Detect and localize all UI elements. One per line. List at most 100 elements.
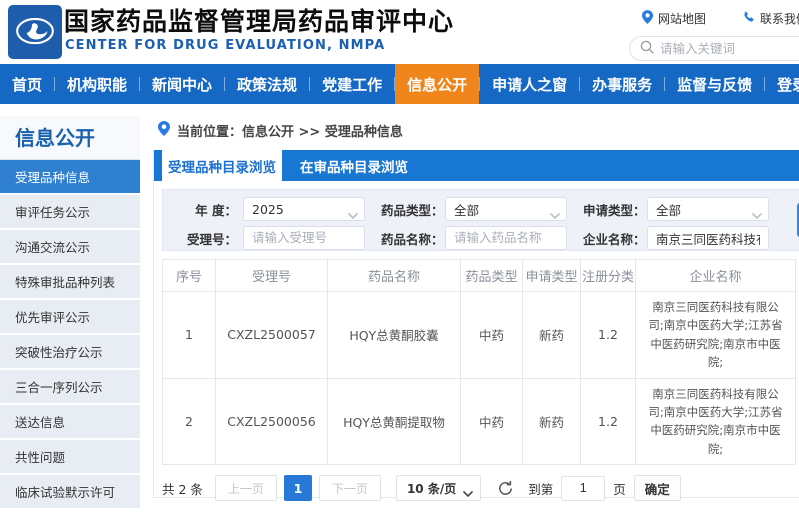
map-pin-icon bbox=[642, 10, 653, 27]
sidebar-item-special-approval[interactable]: 特殊审批品种列表 bbox=[0, 265, 140, 300]
sidebar: 信息公开 受理品种信息 审评任务公示 沟通交流公示 特殊审批品种列表 优先审评公… bbox=[0, 116, 140, 521]
nav-item-supervision[interactable]: 监督与反馈 bbox=[665, 64, 764, 104]
top-links: 网站地图 联系我们 bbox=[642, 10, 799, 27]
prev-page-button[interactable]: 上一页 bbox=[215, 475, 277, 501]
confirm-button[interactable]: 确定 bbox=[634, 475, 681, 501]
nav-item-services[interactable]: 办事服务 bbox=[580, 64, 664, 104]
breadcrumb: 当前位置：信息公开 >> 受理品种信息 bbox=[158, 121, 403, 140]
main-nav: 首页 机构职能 新闻中心 政策法规 党建工作 信息公开 申请人之窗 办事服务 监… bbox=[0, 64, 799, 104]
company-field bbox=[647, 226, 769, 250]
filter-row-1: 年 度： 2025 药品类型： 全部 申请类型： 全部 bbox=[163, 197, 799, 221]
drug-type-label: 药品类型： bbox=[381, 200, 439, 219]
company-input[interactable] bbox=[656, 231, 760, 245]
sidebar-item-priority-review[interactable]: 优先审评公示 bbox=[0, 300, 140, 335]
nav-item-info-disclosure[interactable]: 信息公开 bbox=[395, 64, 479, 104]
nav-item-policies[interactable]: 政策法规 bbox=[225, 64, 309, 104]
site-subtitle: CENTER FOR DRUG EVALUATION, NMPA bbox=[65, 38, 385, 53]
cell-accept-no: CXZL2500056 bbox=[216, 378, 328, 465]
filter-panel: 年 度： 2025 药品类型： 全部 申请类型： 全部 bbox=[162, 189, 799, 251]
sidebar-item-clinical-trial-implied-license[interactable]: 临床试验默示许可 bbox=[0, 475, 140, 510]
sidebar-item-three-in-one[interactable]: 三合一序列公示 bbox=[0, 370, 140, 405]
table-row: 1 CXZL2500057 HQY总黄酮胶囊 中药 新药 1.2 南京三同医药科… bbox=[163, 292, 796, 379]
drug-name-input[interactable] bbox=[454, 231, 558, 245]
accept-no-label: 受理号： bbox=[163, 229, 237, 248]
tab-accepted-catalog[interactable]: 受理品种目录浏览 bbox=[162, 150, 282, 181]
table-header-row: 序号 受理号 药品名称 药品类型 申请类型 注册分类 企业名称 bbox=[163, 260, 796, 292]
cell-company: 南京三同医药科技有限公司;南京中医药大学;江苏省中医药研究院;南京市中医院; bbox=[636, 292, 796, 379]
phone-icon bbox=[742, 11, 755, 27]
next-page-button[interactable]: 下一页 bbox=[319, 475, 381, 501]
sidebar-item-common-issues[interactable]: 共性问题 bbox=[0, 440, 140, 475]
cell-drug-type: 中药 bbox=[461, 292, 523, 379]
cde-nmpa-page: 国家药品监督管理局药品审评中心 CENTER FOR DRUG EVALUATI… bbox=[0, 0, 799, 521]
nav-item-home[interactable]: 首页 bbox=[0, 64, 54, 104]
content-card: 受理品种目录浏览 在审品种目录浏览 年 度： 2025 药品类型： 全部 bbox=[153, 150, 799, 498]
cell-accept-no: CXZL2500057 bbox=[216, 292, 328, 379]
chevron-down-icon bbox=[550, 207, 560, 222]
tab-under-review-catalog[interactable]: 在审品种目录浏览 bbox=[294, 150, 414, 181]
nav-item-applicant-window[interactable]: 申请人之窗 bbox=[480, 64, 579, 104]
cell-drug-name: HQY总黄酮提取物 bbox=[328, 378, 461, 465]
accept-no-field bbox=[243, 226, 365, 250]
sidebar-item-breakthrough-therapy[interactable]: 突破性治疗公示 bbox=[0, 335, 140, 370]
apply-type-label: 申请类型： bbox=[583, 200, 641, 219]
keyword-searchbox[interactable] bbox=[629, 36, 799, 61]
total-count: 共 2 条 bbox=[162, 479, 203, 498]
cell-drug-type: 中药 bbox=[461, 378, 523, 465]
swan-logo-icon bbox=[14, 9, 56, 55]
company-label: 企业名称： bbox=[583, 229, 641, 248]
col-accept-no: 受理号 bbox=[216, 260, 328, 292]
year-select[interactable]: 2025 bbox=[243, 197, 365, 221]
page-size-select[interactable]: 10 条/页 bbox=[396, 475, 481, 501]
refresh-icon[interactable] bbox=[497, 480, 514, 497]
page-number-1[interactable]: 1 bbox=[284, 475, 312, 501]
cell-reg-class: 1.2 bbox=[581, 378, 636, 465]
sidebar-item-accepted-varieties[interactable]: 受理品种信息 bbox=[0, 160, 140, 195]
year-label: 年 度： bbox=[163, 200, 237, 219]
sidebar-item-review-tasks[interactable]: 审评任务公示 bbox=[0, 195, 140, 230]
chevron-down-icon bbox=[752, 207, 762, 222]
nav-item-login[interactable]: 登录 bbox=[765, 64, 799, 104]
cell-apply-type: 新药 bbox=[523, 292, 581, 379]
chevron-down-icon bbox=[348, 207, 358, 222]
nav-item-news[interactable]: 新闻中心 bbox=[140, 64, 224, 104]
cde-logo bbox=[8, 5, 62, 59]
sidebar-title: 信息公开 bbox=[0, 116, 140, 160]
cell-drug-name: HQY总黄酮胶囊 bbox=[328, 292, 461, 379]
cell-index: 1 bbox=[163, 292, 216, 379]
cell-apply-type: 新药 bbox=[523, 378, 581, 465]
tab-bar: 受理品种目录浏览 在审品种目录浏览 bbox=[154, 150, 799, 181]
goto-unit: 页 bbox=[613, 479, 626, 498]
sidebar-item-communication[interactable]: 沟通交流公示 bbox=[0, 230, 140, 265]
contact-link[interactable]: 联系我们 bbox=[742, 10, 799, 27]
col-reg-class: 注册分类 bbox=[581, 260, 636, 292]
col-drug-name: 药品名称 bbox=[328, 260, 461, 292]
sitemap-link[interactable]: 网站地图 bbox=[642, 10, 706, 27]
sidebar-item-delivery-info[interactable]: 送达信息 bbox=[0, 405, 140, 440]
breadcrumb-text: 当前位置：信息公开 >> 受理品种信息 bbox=[177, 121, 403, 140]
col-company: 企业名称 bbox=[636, 260, 796, 292]
col-apply-type: 申请类型 bbox=[523, 260, 581, 292]
site-header: 国家药品监督管理局药品审评中心 CENTER FOR DRUG EVALUATI… bbox=[0, 0, 799, 64]
col-index: 序号 bbox=[163, 260, 216, 292]
cell-index: 2 bbox=[163, 378, 216, 465]
accept-no-input[interactable] bbox=[252, 231, 356, 245]
sitemap-label: 网站地图 bbox=[658, 10, 706, 27]
cell-company: 南京三同医药科技有限公司;南京中医药大学;江苏省中医药研究院;南京市中医院; bbox=[636, 378, 796, 465]
site-title: 国家药品监督管理局药品审评中心 bbox=[64, 2, 454, 38]
chevron-down-icon bbox=[463, 486, 473, 500]
search-icon bbox=[640, 39, 654, 58]
keyword-search-input[interactable] bbox=[660, 42, 790, 56]
drug-type-select[interactable]: 全部 bbox=[445, 197, 567, 221]
goto-label: 到第 bbox=[528, 479, 553, 498]
goto-page-input[interactable] bbox=[561, 476, 605, 501]
table-row: 2 CXZL2500056 HQY总黄酮提取物 中药 新药 1.2 南京三同医药… bbox=[163, 378, 796, 465]
apply-type-select[interactable]: 全部 bbox=[647, 197, 769, 221]
pagination-bar: 共 2 条 上一页 1 下一页 10 条/页 到第 页 确定 bbox=[162, 475, 799, 501]
cell-reg-class: 1.2 bbox=[581, 292, 636, 379]
nav-item-party[interactable]: 党建工作 bbox=[310, 64, 394, 104]
results-table: 序号 受理号 药品名称 药品类型 申请类型 注册分类 企业名称 1 CXZL25… bbox=[162, 259, 796, 465]
filter-row-2: 受理号： 药品名称： 企业名称： bbox=[163, 226, 799, 250]
contact-label: 联系我们 bbox=[760, 10, 799, 27]
nav-item-functions[interactable]: 机构职能 bbox=[55, 64, 139, 104]
